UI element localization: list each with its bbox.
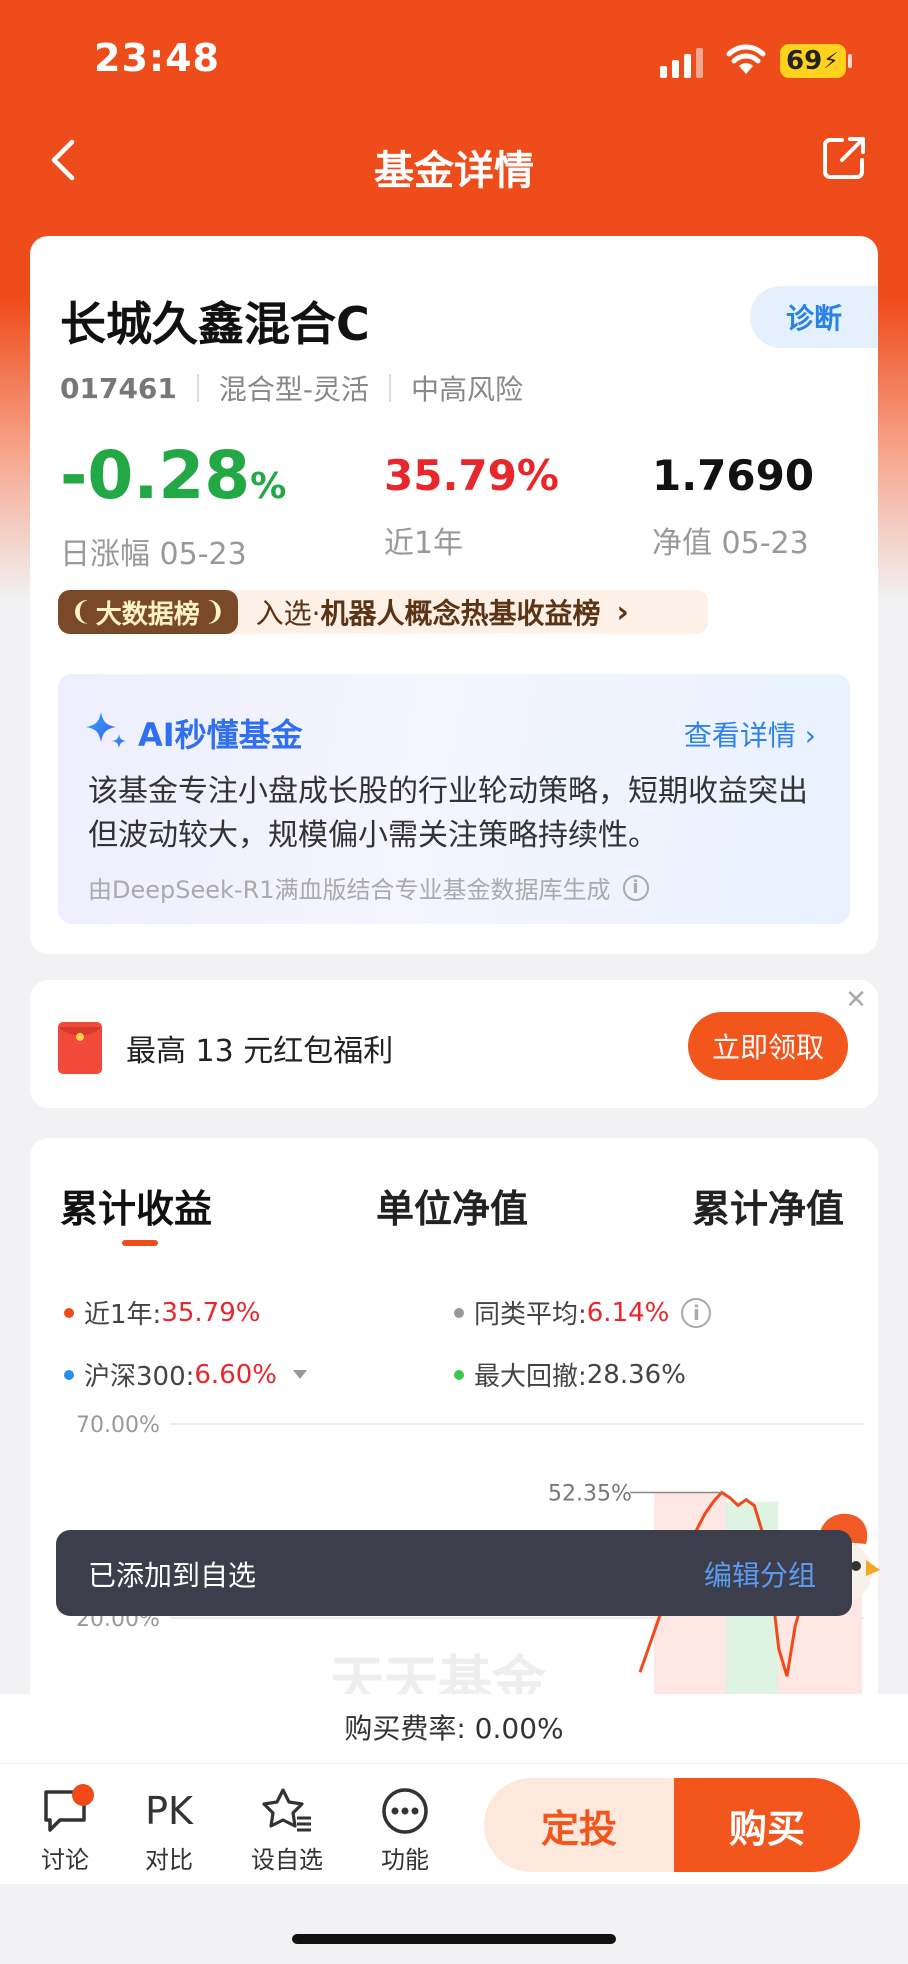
legend-value: 6.60%: [194, 1359, 277, 1390]
fund-type: 混合型-灵活: [218, 373, 370, 406]
bottom-toolbar: 讨论 PK 对比 设自选 功能 定投 购买: [0, 1764, 908, 1884]
legend-one-year: 近1年: 35.79%: [64, 1294, 260, 1331]
home-indicator: [292, 1934, 616, 1944]
legend-value: 6.14%: [586, 1297, 670, 1328]
status-bar: 23:48 69 ⚡: [0, 0, 908, 110]
battery-cap: [848, 54, 852, 68]
ai-title: AI秒懂基金: [138, 716, 303, 754]
ai-summary-box: AI秒懂基金 查看详情 › 该基金专注小盘成长股的行业轮动策略，短期收益突出但波…: [58, 674, 850, 924]
fund-code: 017461: [60, 371, 177, 405]
chevron-right-icon: ›: [804, 719, 816, 752]
tab-cumulative-return[interactable]: 累计收益: [60, 1178, 212, 1233]
fund-name: 长城久鑫混合C: [60, 297, 370, 351]
page-title: 基金详情: [374, 148, 534, 194]
daily-change-stat: -0.28% 日涨幅 05-23: [60, 436, 286, 573]
legend-dot: [454, 1307, 464, 1318]
nav-stat: 1.7690 净值 05-23: [652, 436, 814, 562]
star-list-icon: [262, 1788, 311, 1832]
laurel-icon: ❨: [70, 597, 92, 627]
legend-max-drawdown: 最大回撤: 28.36%: [454, 1356, 686, 1393]
claim-button[interactable]: 立即领取: [688, 1012, 848, 1080]
buy-button[interactable]: 购买: [674, 1778, 860, 1872]
one-year-label: 近1年: [384, 526, 464, 561]
diagnose-button[interactable]: 诊断: [750, 286, 878, 348]
promo-text: 最高 13 元红包福利: [126, 1034, 394, 1069]
info-icon[interactable]: i: [681, 1297, 712, 1328]
share-icon[interactable]: [820, 134, 868, 182]
edit-group-link[interactable]: 编辑分组: [704, 1554, 816, 1594]
nav-value: 1.7690: [652, 451, 815, 500]
wifi-icon: [726, 44, 766, 74]
tab-cumulative-nav[interactable]: 累计净值: [692, 1178, 844, 1233]
toast-message: 已添加到自选: [88, 1559, 257, 1592]
rank-prefix: 入选·: [255, 597, 321, 630]
legend-peer-average: 同类平均: 6.14% i: [454, 1294, 712, 1331]
active-tab-indicator: [122, 1240, 158, 1246]
promo-card: 最高 13 元红包福利 立即领取 ✕: [30, 980, 878, 1108]
chevron-right-icon: ›: [616, 594, 629, 630]
charging-icon: ⚡: [823, 48, 839, 74]
rank-badge-label: 大数据榜: [95, 599, 200, 630]
rank-name: 机器人概念热基收益榜: [320, 597, 601, 630]
y-tick-label: 70.00%: [76, 1413, 160, 1438]
rank-banner[interactable]: ❨ 大数据榜 ❩ 入选·机器人概念热基收益榜 ›: [58, 590, 708, 634]
compare-label: 对比: [145, 1846, 193, 1874]
red-envelope-icon: [58, 1022, 102, 1074]
fund-meta: 017461 混合型-灵活 中高风险: [60, 368, 523, 408]
rank-badge: ❨ 大数据榜 ❩: [58, 590, 238, 634]
fund-risk: 中高风险: [411, 373, 524, 406]
legend-dot: [64, 1369, 74, 1380]
functions-label: 功能: [381, 1846, 429, 1874]
one-year-value: 35.79%: [384, 451, 559, 500]
divider: [196, 374, 199, 402]
battery-level: 69: [786, 46, 823, 76]
functions-button[interactable]: 功能: [360, 1786, 450, 1875]
legend-label: 同类平均:: [474, 1300, 587, 1330]
close-icon[interactable]: ✕: [842, 986, 870, 1014]
compare-button[interactable]: PK 对比: [124, 1786, 214, 1875]
legend-hs300[interactable]: 沪深300: 6.60%: [64, 1356, 307, 1393]
discuss-button[interactable]: 讨论: [20, 1784, 110, 1875]
nav-label: 净值 05-23: [652, 526, 809, 561]
fund-summary-card: 长城久鑫混合C 诊断 017461 混合型-灵活 中高风险 -0.28% 日涨幅…: [30, 236, 878, 954]
status-time: 23:48: [94, 36, 220, 80]
legend-value: 35.79%: [161, 1297, 261, 1328]
ai-view-details-link[interactable]: 查看详情 ›: [684, 714, 816, 754]
battery-indicator: 69 ⚡: [780, 44, 846, 78]
auto-invest-button[interactable]: 定投: [484, 1778, 674, 1872]
legend-dot: [454, 1369, 464, 1380]
ai-summary-text: 该基金专注小盘成长股的行业轮动策略，短期收益突出但波动较大，规模偏小需关注策略持…: [88, 774, 808, 853]
notification-dot: [72, 1784, 94, 1806]
laurel-icon: ❩: [203, 597, 226, 627]
add-watchlist-label: 设自选: [251, 1846, 323, 1874]
info-icon[interactable]: i: [622, 874, 649, 901]
one-year-stat: 35.79% 近1年: [384, 436, 559, 562]
pk-icon: PK: [145, 1789, 193, 1833]
divider: [389, 374, 392, 402]
ai-view-details-label: 查看详情: [683, 719, 796, 752]
daily-change-unit: %: [250, 466, 287, 507]
more-icon: [382, 1788, 428, 1834]
caret-down-icon: [293, 1370, 307, 1379]
legend-label: 沪深300:: [84, 1362, 195, 1392]
legend-dot: [64, 1307, 74, 1318]
daily-change-value: -0.28: [60, 437, 251, 514]
rank-text: 入选·机器人概念热基收益榜: [256, 592, 601, 632]
sparkle-icon: [86, 712, 126, 748]
peak-annotation: 52.35%: [548, 1481, 632, 1506]
add-watchlist-button[interactable]: 设自选: [242, 1786, 332, 1875]
ai-footnote-text: 由DeepSeek-R1满血版结合专业基金数据库生成: [88, 876, 611, 904]
discuss-label: 讨论: [41, 1846, 89, 1874]
tab-unit-nav[interactable]: 单位净值: [376, 1178, 528, 1233]
legend-label: 最大回撤:: [474, 1362, 587, 1392]
toast: 已添加到自选 编辑分组: [56, 1530, 852, 1616]
daily-change-label: 日涨幅 05-23: [60, 537, 247, 572]
ai-footnote: 由DeepSeek-R1满血版结合专业基金数据库生成 i: [88, 870, 649, 905]
legend-value: 28.36%: [586, 1359, 686, 1390]
cellular-signal-icon: [660, 48, 703, 78]
legend-label: 近1年:: [84, 1300, 162, 1330]
fee-rate: 购买费率: 0.00%: [0, 1694, 908, 1764]
nav-bar: 基金详情: [0, 120, 908, 204]
